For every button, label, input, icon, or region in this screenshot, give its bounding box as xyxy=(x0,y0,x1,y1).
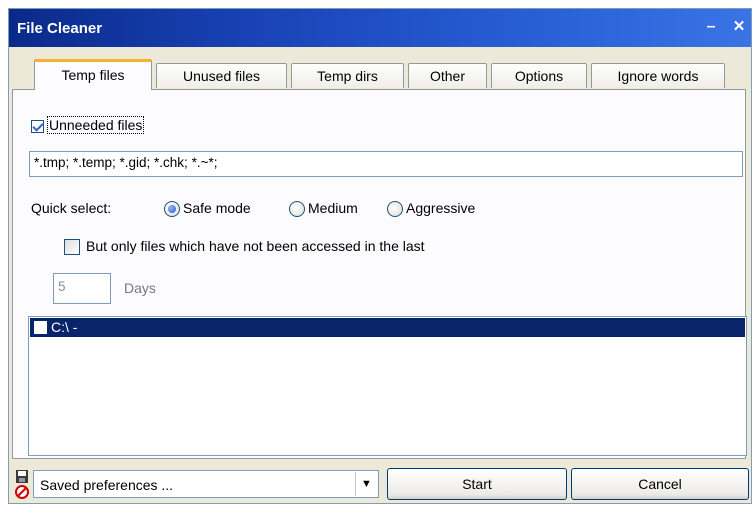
window-title: File Cleaner xyxy=(17,20,103,37)
minimize-button[interactable]: – xyxy=(701,17,721,37)
bottom-bar: Saved preferences ... ▼ Start Cancel xyxy=(9,467,751,503)
safe-mode-label[interactable]: Safe mode xyxy=(183,200,251,216)
quick-select-label: Quick select: xyxy=(31,200,112,216)
saved-preferences-value: Saved preferences ... xyxy=(40,477,174,493)
aggressive-label[interactable]: Aggressive xyxy=(406,200,475,216)
tab-ignore-words[interactable]: Ignore words xyxy=(591,63,725,88)
title-bar[interactable]: File Cleaner – ✕ xyxy=(9,9,751,47)
file-cleaner-window: File Cleaner – ✕ Temp files Unused files… xyxy=(8,8,752,504)
tab-strip: Temp files Unused files Temp dirs Other … xyxy=(9,59,751,90)
disk-icon[interactable] xyxy=(15,469,29,501)
drive-list[interactable]: C:\ - xyxy=(28,316,747,456)
tab-options[interactable]: Options xyxy=(491,63,587,88)
dropdown-arrow-icon[interactable]: ▼ xyxy=(355,472,377,496)
tab-temp-dirs[interactable]: Temp dirs xyxy=(291,63,404,88)
no-entry-icon xyxy=(15,485,29,499)
saved-preferences-combo[interactable]: Saved preferences ... ▼ xyxy=(33,470,379,498)
start-button[interactable]: Start xyxy=(387,468,567,500)
file-patterns-input[interactable]: *.tmp; *.temp; *.gid; *.chk; *.~*; xyxy=(29,151,743,177)
medium-label[interactable]: Medium xyxy=(308,200,358,216)
unneeded-files-label[interactable]: Unneeded files xyxy=(46,116,145,134)
drive-row-c[interactable]: C:\ - xyxy=(30,318,745,337)
tab-temp-files[interactable]: Temp files xyxy=(34,59,152,90)
drive-c-label: C:\ - xyxy=(51,319,78,335)
safe-mode-radio[interactable] xyxy=(164,201,180,217)
access-filter-label[interactable]: But only files which have not been acces… xyxy=(86,238,425,254)
temp-files-panel: Unneeded files *.tmp; *.temp; *.gid; *.c… xyxy=(12,89,747,459)
drive-c-checkbox[interactable] xyxy=(34,321,47,334)
days-label: Days xyxy=(124,280,156,296)
access-filter-checkbox[interactable] xyxy=(64,239,80,255)
tab-unused-files[interactable]: Unused files xyxy=(156,63,287,88)
aggressive-radio[interactable] xyxy=(387,201,403,217)
days-input[interactable]: 5 xyxy=(53,273,111,304)
tab-other[interactable]: Other xyxy=(408,63,487,88)
cancel-button[interactable]: Cancel xyxy=(571,468,749,500)
close-button[interactable]: ✕ xyxy=(729,17,749,37)
medium-radio[interactable] xyxy=(289,201,305,217)
unneeded-files-checkbox[interactable] xyxy=(31,120,44,133)
